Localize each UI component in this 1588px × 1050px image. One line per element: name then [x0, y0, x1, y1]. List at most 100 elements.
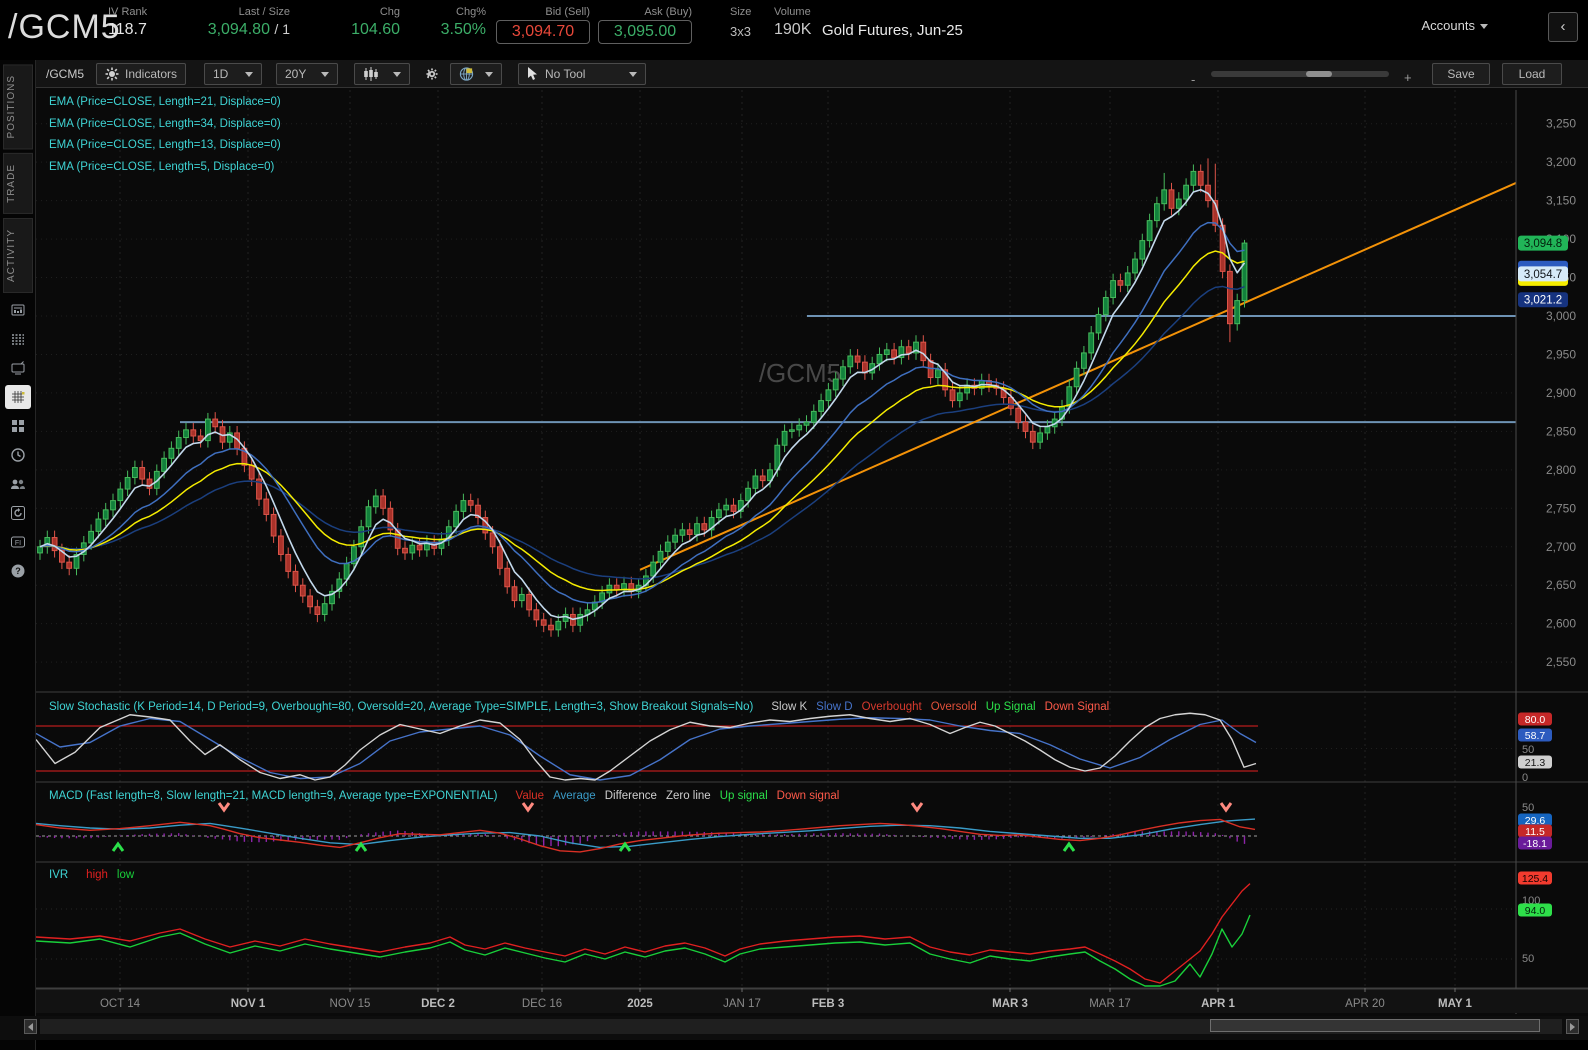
- svg-text:50: 50: [1522, 802, 1534, 814]
- sidebar-chart-grid-icon[interactable]: [4, 385, 31, 410]
- svg-text:80.0: 80.0: [1525, 714, 1546, 726]
- sidebar-clock-icon[interactable]: [5, 443, 31, 467]
- svg-text:?: ?: [15, 567, 21, 577]
- toolbar-symbol: /GCM5: [46, 67, 85, 81]
- chevron-down-icon: [245, 71, 253, 77]
- size-label: Size: [730, 6, 752, 18]
- iv-rank-value: 118.7: [108, 21, 147, 38]
- chg-value: 104.60: [351, 21, 400, 38]
- last-size: / 1: [274, 21, 290, 37]
- chgpct-label: Chg%: [456, 6, 486, 18]
- sidebar-fi-icon[interactable]: FI: [5, 530, 31, 554]
- drawing-tool-dropdown[interactable]: No Tool: [518, 63, 646, 85]
- ask-button[interactable]: 3,095.00: [598, 20, 692, 44]
- collapse-panel-button[interactable]: ‹: [1548, 12, 1578, 42]
- svg-text:APR 20: APR 20: [1345, 998, 1385, 1010]
- quote-header: /GCM5 IV Rank 118.7 Last / Size 3,094.80…: [0, 0, 1588, 60]
- svg-text:11.5: 11.5: [1525, 826, 1545, 838]
- svg-text:DEC 16: DEC 16: [522, 998, 562, 1010]
- chevron-down-icon: [393, 71, 401, 77]
- svg-text:0: 0: [1522, 772, 1528, 784]
- zoom-in-button[interactable]: +: [1404, 70, 1412, 85]
- svg-text:50: 50: [1522, 744, 1534, 756]
- chevron-down-icon: [629, 71, 637, 77]
- svg-text:MAR 17: MAR 17: [1089, 998, 1131, 1010]
- scroll-right-button[interactable]: [1566, 1019, 1579, 1034]
- indicators-button[interactable]: Indicators: [96, 63, 187, 85]
- svg-text:2,550: 2,550: [1546, 655, 1576, 669]
- scrollbar-track[interactable]: [40, 1019, 1562, 1034]
- svg-text:3,094.8: 3,094.8: [1524, 238, 1562, 250]
- sidebar-dashboard-icon[interactable]: [5, 414, 31, 438]
- sidebar-news-card-icon[interactable]: [5, 298, 31, 322]
- bid-label: Bid (Sell): [545, 6, 590, 18]
- cursor-icon: [528, 67, 537, 80]
- chg-label: Chg: [379, 6, 400, 18]
- save-button[interactable]: Save: [1432, 63, 1490, 85]
- sidebar-tab-activity[interactable]: ACTIVITY: [2, 218, 33, 294]
- svg-text:3,200: 3,200: [1546, 155, 1576, 169]
- svg-text:21.3: 21.3: [1525, 757, 1546, 769]
- svg-text:2,750: 2,750: [1546, 501, 1576, 515]
- svg-text:FEB 3: FEB 3: [812, 998, 845, 1010]
- range-dropdown[interactable]: 20Y: [276, 63, 338, 85]
- svg-text:125.4: 125.4: [1522, 873, 1548, 885]
- svg-text:3,000: 3,000: [1546, 309, 1576, 323]
- svg-text:NOV 15: NOV 15: [330, 998, 371, 1010]
- zoom-slider[interactable]: [1211, 71, 1389, 77]
- volume-value: 190K: [774, 21, 812, 38]
- chevron-down-icon: [1480, 24, 1488, 30]
- bid-button[interactable]: 3,094.70: [496, 20, 590, 44]
- chart-type-dropdown[interactable]: [354, 63, 410, 85]
- svg-text:2,650: 2,650: [1546, 578, 1576, 592]
- svg-text:NOV 1: NOV 1: [231, 998, 266, 1010]
- svg-text:DEC 2: DEC 2: [421, 998, 455, 1010]
- svg-text:94.0: 94.0: [1525, 905, 1546, 917]
- svg-text:OCT 14: OCT 14: [100, 998, 141, 1010]
- chart-canvas[interactable]: 3,2503,2003,1503,1003,0503,0002,9502,900…: [36, 88, 1588, 1016]
- zoom-slider-thumb[interactable]: [1306, 71, 1332, 77]
- chart-settings-button[interactable]: [418, 63, 446, 85]
- load-button[interactable]: Load: [1502, 63, 1562, 85]
- symbol-title: /GCM5: [8, 8, 121, 46]
- globe-grid-icon: [459, 67, 474, 81]
- time-scrollbar[interactable]: [0, 1016, 1588, 1040]
- svg-text:50: 50: [1522, 953, 1534, 965]
- size-value: 3x3: [730, 24, 751, 39]
- svg-text:3,150: 3,150: [1546, 194, 1576, 208]
- svg-text:2,850: 2,850: [1546, 424, 1576, 438]
- sidebar-tv-icon[interactable]: [5, 356, 31, 380]
- iv-rank-label: IV Rank: [108, 6, 148, 18]
- candlestick-icon: [364, 67, 378, 81]
- zoom-out-button[interactable]: -: [1191, 72, 1195, 87]
- svg-text:FI: FI: [14, 540, 20, 547]
- timeframe-dropdown[interactable]: 1D: [204, 63, 262, 85]
- last-label: Last / Size: [238, 6, 290, 18]
- sidebar-tab-trade[interactable]: TRADE: [2, 153, 33, 215]
- contract-description: Gold Futures, Jun-25: [822, 22, 963, 39]
- left-sidebar: POSITIONS TRADE ACTIVITY FI?: [0, 60, 36, 1050]
- svg-text:2,700: 2,700: [1546, 540, 1576, 554]
- scrollbar-thumb[interactable]: [1210, 1019, 1540, 1032]
- sidebar-help-icon[interactable]: ?: [5, 559, 31, 583]
- sidebar-people-icon[interactable]: [5, 472, 31, 496]
- chevron-down-icon: [321, 71, 329, 77]
- chart-area[interactable]: 3,2503,2003,1503,1003,0503,0002,9502,900…: [36, 88, 1588, 1016]
- sidebar-replay-icon[interactable]: [5, 501, 31, 525]
- volume-label: Volume: [774, 6, 811, 18]
- sidebar-list-icon[interactable]: [5, 327, 31, 351]
- gear-icon: [426, 68, 438, 80]
- accounts-dropdown[interactable]: Accounts: [1422, 18, 1488, 33]
- scroll-left-button[interactable]: [24, 1019, 37, 1034]
- svg-text:2025: 2025: [627, 998, 653, 1010]
- chgpct-value: 3.50%: [440, 21, 486, 38]
- triangle-left-icon: [28, 1022, 33, 1031]
- chart-toolbar: /GCM5 Indicators 1D 20Y No Tool - + Save…: [36, 60, 1588, 88]
- svg-text:JAN 17: JAN 17: [723, 998, 761, 1010]
- indicators-burst-icon: [105, 67, 119, 81]
- grid-layout-dropdown[interactable]: [450, 63, 502, 85]
- svg-text:2,600: 2,600: [1546, 617, 1576, 631]
- sidebar-tab-positions[interactable]: POSITIONS: [2, 64, 33, 150]
- svg-text:MAY 1: MAY 1: [1438, 998, 1472, 1010]
- svg-text:2,800: 2,800: [1546, 463, 1576, 477]
